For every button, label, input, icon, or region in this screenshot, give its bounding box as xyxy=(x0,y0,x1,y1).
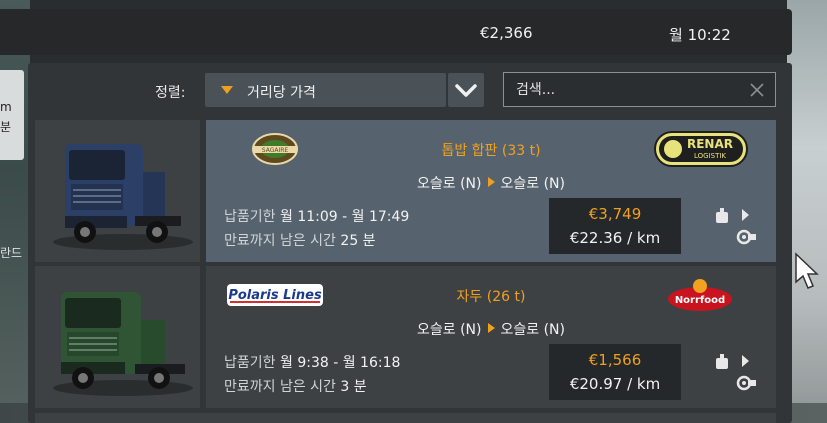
route-destination: 오슬로 (N) xyxy=(500,176,566,192)
sort-value: 거리당 가격 xyxy=(247,85,316,101)
time-remaining: 만료까지 남은 시간 25 분 xyxy=(224,230,376,250)
receiver-company-logo: Norrfood xyxy=(668,279,732,311)
sort-direction-icon xyxy=(221,86,233,94)
pay-box: €3,749 €22.36 / km xyxy=(549,198,681,254)
pay-box: €1,566 €20.97 / km xyxy=(549,344,681,400)
trailer-icon xyxy=(736,229,756,245)
side-map-label: 란드 xyxy=(0,246,23,260)
arrow-right-icon xyxy=(487,177,495,187)
receiver-logo-text: RENAR xyxy=(687,137,733,151)
game-clock: 월 10:22 xyxy=(669,26,731,44)
play-icon xyxy=(742,355,749,367)
search-input[interactable] xyxy=(514,79,738,101)
money-display: €2,366 xyxy=(480,24,533,42)
job-icons xyxy=(716,354,756,391)
route: 오슬로 (N) 오슬로 (N) xyxy=(206,173,776,193)
remaining-label: 만료까지 남은 시간 xyxy=(224,233,336,249)
deadline-value: 월 11:09 - 월 17:49 xyxy=(279,209,410,225)
sort-dropdown-button[interactable] xyxy=(448,73,484,107)
job-pay: €1,566 xyxy=(588,351,642,369)
side-panel-tab[interactable]: m 분 xyxy=(0,70,24,160)
remaining-value: 25 분 xyxy=(340,233,376,249)
route: 오슬로 (N) 오슬로 (N) xyxy=(206,319,776,339)
search-box xyxy=(503,72,776,107)
receiver-company-logo: RENAR LOGISTIK xyxy=(654,131,748,167)
deadline-label: 납품기한 xyxy=(224,209,276,225)
delivery-deadline: 납품기한 월 11:09 - 월 17:49 xyxy=(224,206,409,226)
job-icons xyxy=(716,208,756,245)
deadline-value: 월 9:38 - 월 16:18 xyxy=(279,355,401,371)
sort-select[interactable]: 거리당 가격 xyxy=(205,73,446,107)
job-card[interactable]: SAGAIRE 톱밥 합판 (33 t) RENAR LOGISTIK 오슬로 … xyxy=(206,120,776,262)
job-pay: €3,749 xyxy=(588,205,642,223)
close-icon[interactable] xyxy=(749,82,765,98)
side-tab-line-2: 분 xyxy=(0,120,12,134)
sort-label: 정렬: xyxy=(155,85,186,101)
remaining-value: 3 분 xyxy=(340,379,367,395)
receiver-logo-subtext: LOGISTIK xyxy=(694,152,726,160)
trailer-icon xyxy=(736,375,756,391)
job-card-partial[interactable] xyxy=(35,413,776,423)
truck-image xyxy=(53,144,193,250)
route-origin: 오슬로 (N) xyxy=(417,176,482,192)
time-remaining: 만료까지 남은 시간 3 분 xyxy=(224,376,367,396)
job-card[interactable]: Polaris Lines 자두 (26 t) Norrfood 오슬로 (N)… xyxy=(206,266,776,408)
play-icon xyxy=(742,209,749,221)
route-origin: 오슬로 (N) xyxy=(417,322,482,338)
delivery-deadline: 납품기한 월 9:38 - 월 16:18 xyxy=(224,352,400,372)
cargo-weight-icon xyxy=(716,208,728,223)
remaining-label: 만료까지 남은 시간 xyxy=(224,379,336,395)
route-destination: 오슬로 (N) xyxy=(500,322,566,338)
cargo-weight-icon xyxy=(716,354,728,369)
pay-per-km: €20.97 / km xyxy=(569,375,661,393)
side-tab-line-1: m xyxy=(0,100,12,114)
truck-thumbnail[interactable] xyxy=(35,120,200,262)
chevron-down-icon xyxy=(455,84,477,97)
pay-per-km: €22.36 / km xyxy=(569,229,661,247)
arrow-right-icon xyxy=(487,323,495,333)
mouse-cursor-icon xyxy=(795,252,819,289)
background-scenery-left xyxy=(0,0,30,423)
truck-image xyxy=(53,292,193,396)
deadline-label: 납품기한 xyxy=(224,355,276,371)
receiver-logo-text: Norrfood xyxy=(675,295,725,306)
background-scenery-right xyxy=(787,0,827,423)
truck-thumbnail[interactable] xyxy=(35,266,200,408)
